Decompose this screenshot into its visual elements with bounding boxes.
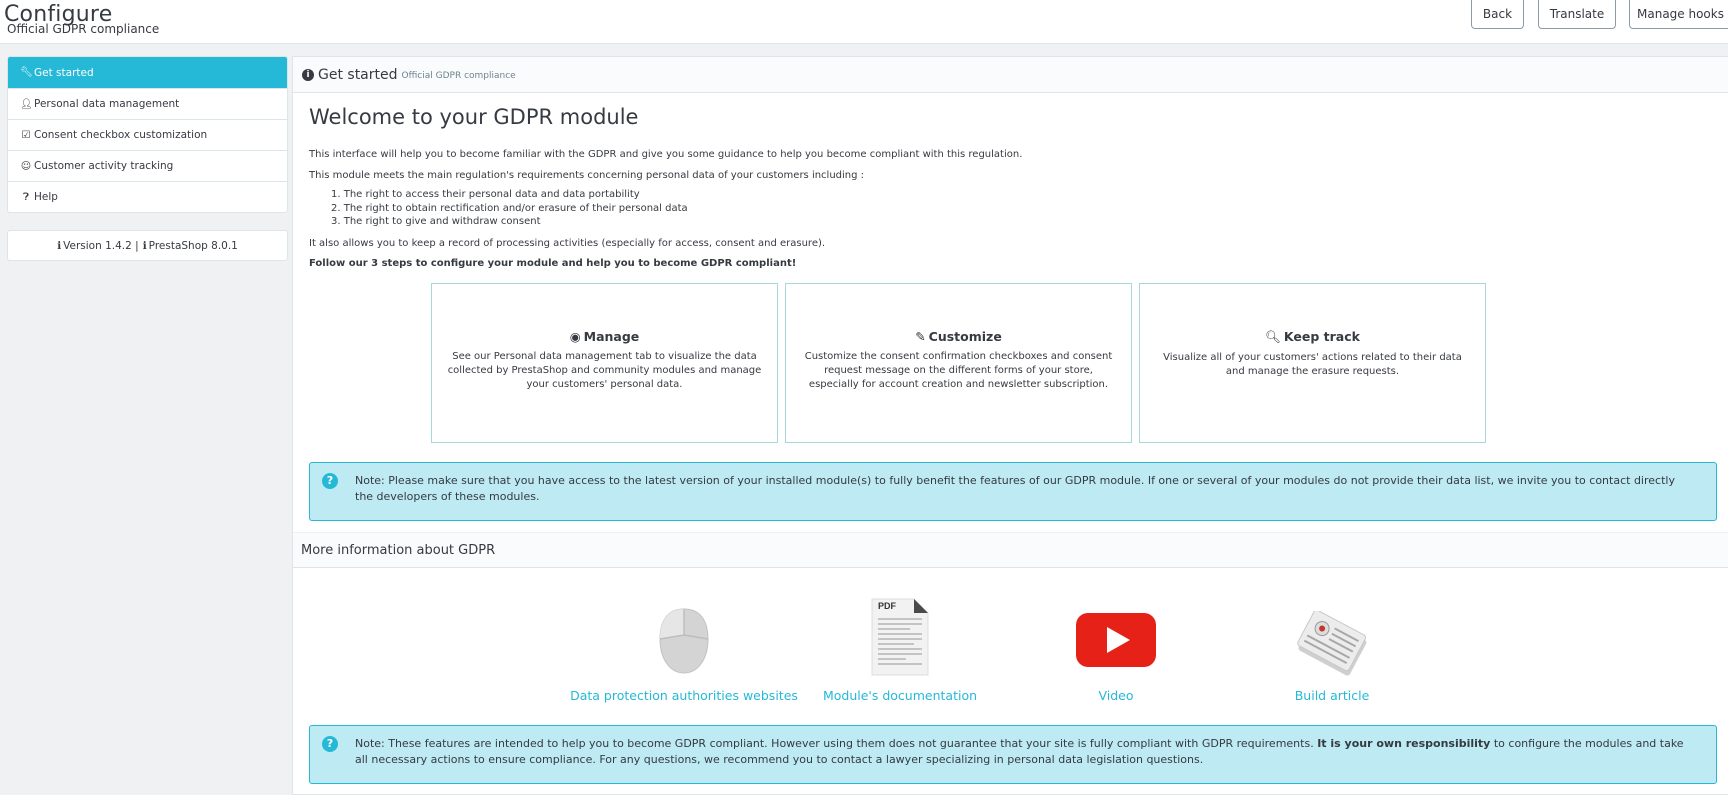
translate-button[interactable]: Translate xyxy=(1538,0,1616,29)
intro-text: This module meets the main regulation's … xyxy=(309,170,865,181)
sidebar-item-label: Personal data management xyxy=(34,98,180,110)
card-title: Keep track xyxy=(1283,329,1360,344)
svg-text:PDF: PDF xyxy=(878,601,897,611)
newspaper-icon xyxy=(1212,595,1452,677)
eye-icon: ◉ xyxy=(569,329,581,344)
alert-text: Note: Please make sure that you have acc… xyxy=(355,474,1675,503)
module-version: Version 1.4.2 | xyxy=(63,239,139,252)
keep-track-card[interactable]: 🔍︎ Keep track Visualize all of your custo… xyxy=(1139,283,1486,443)
question-circle-icon: ? xyxy=(322,736,338,752)
welcome-heading: Welcome to your GDPR module xyxy=(309,105,639,129)
panel-subtitle: Official GDPR compliance xyxy=(401,71,516,81)
resource-documentation[interactable]: PDF Module's documentation xyxy=(780,595,1020,703)
info-alert: ? Note: Please make sure that you have a… xyxy=(309,462,1717,521)
card-text: Visualize all of your customers' actions… xyxy=(1163,352,1462,377)
wrench-icon: 🔧︎ xyxy=(20,67,33,78)
resource-dpa-websites[interactable]: Data protection authorities websites xyxy=(564,595,804,703)
resource-link[interactable]: Build article xyxy=(1212,688,1452,703)
resource-link[interactable]: Data protection authorities websites xyxy=(564,688,804,703)
card-text: See our Personal data management tab to … xyxy=(447,351,762,390)
user-circle-icon: ☺ xyxy=(20,160,32,172)
mouse-icon xyxy=(564,595,804,677)
question-circle-icon: ❓︎ xyxy=(22,191,29,203)
sidebar-item-help[interactable]: ❓︎ Help xyxy=(8,181,287,212)
sidebar-item-consent[interactable]: ☑ Consent checkbox customization xyxy=(8,119,287,150)
version-info: ℹ Version 1.4.2 | ℹ PrestaShop 8.0.1 xyxy=(7,230,288,261)
sidebar-item-label: Consent checkbox customization xyxy=(34,129,208,141)
intro-text: This interface will help you to become f… xyxy=(309,149,1023,160)
search-icon: 🔍︎ xyxy=(1265,329,1281,344)
steps-title: Follow our 3 steps to configure your mod… xyxy=(309,258,797,269)
manage-card[interactable]: ◉ Manage See our Personal data management… xyxy=(431,283,778,443)
sidebar-menu: 🔧︎ Get started 👤︎ Personal data manageme… xyxy=(7,56,288,213)
user-secret-icon: 👤︎ xyxy=(20,98,33,110)
main-panel: i Get started Official GDPR compliance W… xyxy=(292,56,1728,795)
intro-text: It also allows you to keep a record of p… xyxy=(309,238,826,249)
panel-title: Get started xyxy=(318,66,398,83)
youtube-play-icon xyxy=(996,595,1236,677)
info-icon: ℹ xyxy=(142,239,147,252)
prestashop-version: PrestaShop 8.0.1 xyxy=(148,239,238,252)
panel-heading: i Get started Official GDPR compliance xyxy=(293,57,1728,93)
info-circle-icon: i xyxy=(302,68,314,81)
resource-link[interactable]: Video xyxy=(996,688,1236,703)
resource-link[interactable]: Module's documentation xyxy=(780,688,1020,703)
list-item: 2. The right to obtain rectification and… xyxy=(331,202,688,214)
sidebar-item-label: Customer activity tracking xyxy=(34,160,174,172)
more-info-heading: More information about GDPR xyxy=(293,532,1728,568)
customize-card[interactable]: ✎ Customize Customize the consent confirm… xyxy=(785,283,1132,443)
resource-build-article[interactable]: Build article xyxy=(1212,595,1452,703)
card-title: Manage xyxy=(583,329,640,344)
pencil-icon: ✎ xyxy=(915,329,926,344)
info-icon: ℹ xyxy=(57,239,62,252)
section-title: More information about GDPR xyxy=(301,542,496,558)
back-button[interactable]: Back xyxy=(1471,0,1524,29)
sidebar-item-get-started[interactable]: 🔧︎ Get started xyxy=(8,57,287,88)
manage-hooks-button[interactable]: Manage hooks xyxy=(1629,0,1728,29)
warning-alert: ? Note: These features are intended to h… xyxy=(309,725,1717,784)
rights-list: 1. The right to access their personal da… xyxy=(331,188,688,229)
page-header: Configure Official GDPR compliance Back … xyxy=(0,0,1728,44)
pdf-document-icon: PDF xyxy=(780,595,1020,677)
alert-text: Note: These features are intended to hel… xyxy=(355,737,1314,750)
sidebar-item-personal-data[interactable]: 👤︎ Personal data management xyxy=(8,88,287,119)
sidebar-item-activity-tracking[interactable]: ☺ Customer activity tracking xyxy=(8,150,287,181)
alert-bold-text: It is your own responsibility xyxy=(1317,737,1491,750)
card-title: Customize xyxy=(928,329,1002,344)
card-text: Customize the consent confirmation check… xyxy=(804,351,1113,390)
resource-video[interactable]: Video xyxy=(996,595,1236,703)
sidebar-item-label: Get started xyxy=(34,66,94,79)
checkbox-icon: ☑ xyxy=(21,129,31,141)
list-item: 3. The right to give and withdraw consen… xyxy=(331,216,541,227)
sidebar-item-label: Help xyxy=(34,191,58,203)
question-circle-icon: ? xyxy=(322,473,338,489)
page-subtitle: Official GDPR compliance xyxy=(7,22,160,36)
sidebar: 🔧︎ Get started 👤︎ Personal data manageme… xyxy=(7,56,288,261)
list-item: 1. The right to access their personal da… xyxy=(331,189,640,200)
